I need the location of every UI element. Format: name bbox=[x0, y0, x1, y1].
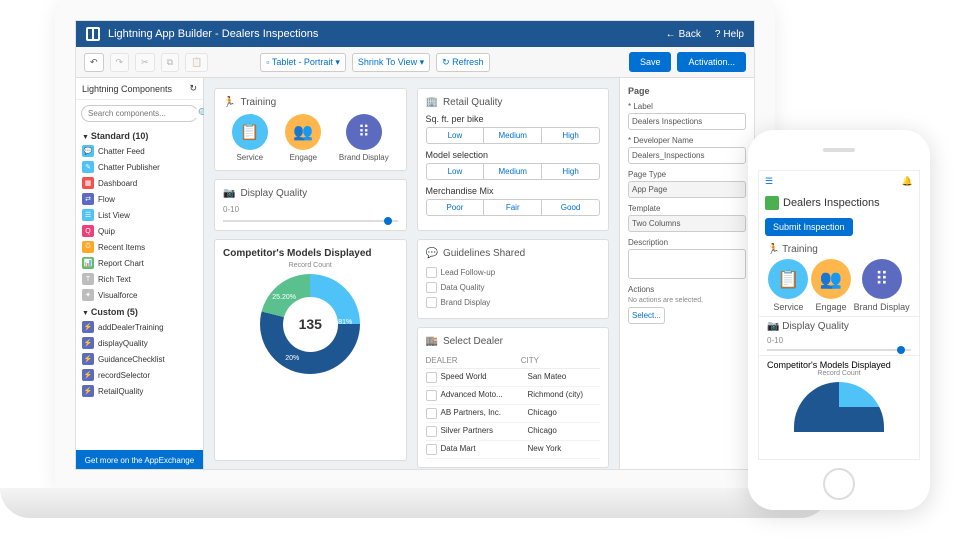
view-select[interactable]: Shrink To View ▾ bbox=[352, 53, 430, 72]
submit-button[interactable]: Submit Inspection bbox=[765, 218, 853, 236]
component-item[interactable]: ☰List View bbox=[76, 207, 203, 223]
component-item[interactable]: 💬Chatter Feed bbox=[76, 143, 203, 159]
retail-quality-card[interactable]: 🏢Retail Quality Sq. ft. per bike LowMedi… bbox=[417, 88, 610, 231]
component-item[interactable]: ⚡displayQuality bbox=[76, 335, 203, 351]
engage-tile[interactable]: 👥Engage bbox=[285, 114, 321, 162]
pagetype-field: App Page bbox=[628, 181, 746, 198]
props-header: Page bbox=[628, 86, 746, 96]
slider-handle[interactable] bbox=[897, 346, 905, 354]
slider-handle[interactable] bbox=[384, 217, 392, 225]
merch-segment[interactable]: PoorFairGood bbox=[426, 199, 601, 216]
home-button[interactable] bbox=[823, 468, 855, 500]
app-screen: Lightning App Builder - Dealers Inspecti… bbox=[75, 20, 755, 470]
phone-donut bbox=[794, 382, 884, 432]
appexchange-link[interactable]: Get more on the AppExchange bbox=[76, 450, 203, 470]
devname-input[interactable]: Dealers_Inspections bbox=[628, 147, 746, 164]
component-item[interactable]: ⚡addDealerTraining bbox=[76, 319, 203, 335]
refresh-components-icon[interactable]: ↻ bbox=[189, 83, 197, 94]
donut-chart: 25.20% 54.81% 20% 135 bbox=[260, 274, 360, 374]
camera-icon: 📷 bbox=[223, 188, 235, 199]
table-row[interactable]: Speed WorldSan Mateo bbox=[426, 369, 601, 387]
list-icon: 🏬 bbox=[426, 336, 438, 347]
checkbox-item[interactable]: Lead Follow-up bbox=[426, 265, 601, 280]
guidelines-card[interactable]: 💬Guidelines Shared Lead Follow-up Data Q… bbox=[417, 239, 610, 319]
save-button[interactable]: Save bbox=[629, 52, 672, 72]
standard-category[interactable]: Standard (10) bbox=[76, 127, 203, 143]
properties-panel: Page * LabelDealers Inspections * Develo… bbox=[619, 78, 754, 470]
toolbar: ↶ ↷ ✂ ⧉ 📋 ▫ Tablet - Portrait ▾ Shrink T… bbox=[76, 47, 754, 78]
brand-tile[interactable]: ⠿Brand Display bbox=[854, 259, 910, 312]
paste-button[interactable]: 📋 bbox=[185, 53, 208, 72]
chat-icon: 💬 bbox=[426, 248, 438, 259]
phone-frame: ☰ 🔔 Dealers Inspections Submit Inspection… bbox=[748, 130, 930, 510]
component-item[interactable]: QQuip bbox=[76, 223, 203, 239]
phone-screen: ☰ 🔔 Dealers Inspections Submit Inspection… bbox=[758, 170, 920, 460]
engage-tile[interactable]: 👥Engage bbox=[811, 259, 851, 312]
component-item[interactable]: ✦Visualforce bbox=[76, 287, 203, 303]
custom-category[interactable]: Custom (5) bbox=[76, 303, 203, 319]
component-item[interactable]: ✎Chatter Publisher bbox=[76, 159, 203, 175]
laptop-base bbox=[0, 488, 830, 518]
help-button[interactable]: ? Help bbox=[715, 29, 744, 40]
device-select[interactable]: ▫ Tablet - Portrait ▾ bbox=[260, 53, 346, 72]
component-item[interactable]: TRich Text bbox=[76, 271, 203, 287]
search-input[interactable]: 🔍 bbox=[81, 105, 198, 122]
building-icon: 🏢 bbox=[426, 97, 438, 108]
back-button[interactable]: ← Back bbox=[666, 29, 701, 40]
canvas: 🏃Training 📋Service 👥Engage ⠿Brand Displa… bbox=[204, 78, 619, 470]
component-item[interactable]: ⇄Flow bbox=[76, 191, 203, 207]
table-row[interactable]: Data MartNew York bbox=[426, 441, 601, 459]
refresh-button[interactable]: ↻ Refresh bbox=[436, 53, 490, 72]
components-panel: Lightning Components ↻ 🔍 Standard (10) 💬C… bbox=[76, 78, 204, 470]
phone-speaker bbox=[823, 148, 855, 152]
competitors-card[interactable]: Competitor's Models Displayed Record Cou… bbox=[214, 239, 407, 461]
component-item[interactable]: 📊Report Chart bbox=[76, 255, 203, 271]
table-row[interactable]: AB Partners, Inc.Chicago bbox=[426, 405, 601, 423]
template-field: Two Columns bbox=[628, 215, 746, 232]
undo-button[interactable]: ↶ bbox=[84, 53, 104, 72]
page-title: Lightning App Builder - Dealers Inspecti… bbox=[108, 28, 318, 40]
table-row[interactable]: Advanced Moto...Richmond (city) bbox=[426, 387, 601, 405]
checkbox-item[interactable]: Data Quality bbox=[426, 280, 601, 295]
checkbox-item[interactable]: Brand Display bbox=[426, 295, 601, 310]
activation-button[interactable]: Activation... bbox=[677, 52, 746, 72]
component-item[interactable]: ⚡GuidanceChecklist bbox=[76, 351, 203, 367]
components-header: Lightning Components bbox=[82, 84, 172, 94]
component-item[interactable]: ⚡recordSelector bbox=[76, 367, 203, 383]
running-icon: 🏃 bbox=[223, 97, 235, 108]
model-segment[interactable]: LowMediumHigh bbox=[426, 163, 601, 180]
copy-button[interactable]: ⧉ bbox=[161, 53, 179, 72]
service-tile[interactable]: 📋Service bbox=[768, 259, 808, 312]
phone-title: Dealers Inspections bbox=[759, 192, 919, 214]
label-input[interactable]: Dealers Inspections bbox=[628, 113, 746, 130]
component-item[interactable]: ⚡RetailQuality bbox=[76, 383, 203, 399]
select-actions-button[interactable]: Select... bbox=[628, 307, 665, 324]
description-input[interactable] bbox=[628, 249, 746, 279]
app-logo-icon bbox=[86, 27, 100, 41]
display-quality-card[interactable]: 📷Display Quality 0-10 bbox=[214, 179, 407, 231]
sqft-segment[interactable]: LowMediumHigh bbox=[426, 127, 601, 144]
component-item[interactable]: ▦Dashboard bbox=[76, 175, 203, 191]
component-item[interactable]: ⏱Recent Items bbox=[76, 239, 203, 255]
menu-icon[interactable]: ☰ bbox=[765, 176, 773, 187]
dealers-card[interactable]: 🏬Select Dealer DEALERCITY Speed WorldSan… bbox=[417, 327, 610, 468]
redo-button[interactable]: ↷ bbox=[110, 53, 130, 72]
brand-tile[interactable]: ⠿Brand Display bbox=[339, 114, 389, 162]
service-tile[interactable]: 📋Service bbox=[232, 114, 268, 162]
cut-button[interactable]: ✂ bbox=[135, 53, 155, 72]
table-row[interactable]: Silver PartnersChicago bbox=[426, 423, 601, 441]
titlebar: Lightning App Builder - Dealers Inspecti… bbox=[76, 21, 754, 47]
training-card[interactable]: 🏃Training 📋Service 👥Engage ⠿Brand Displa… bbox=[214, 88, 407, 171]
bell-icon[interactable]: 🔔 bbox=[902, 176, 913, 187]
app-icon bbox=[765, 196, 779, 210]
laptop-frame: Lightning App Builder - Dealers Inspecti… bbox=[55, 0, 775, 490]
